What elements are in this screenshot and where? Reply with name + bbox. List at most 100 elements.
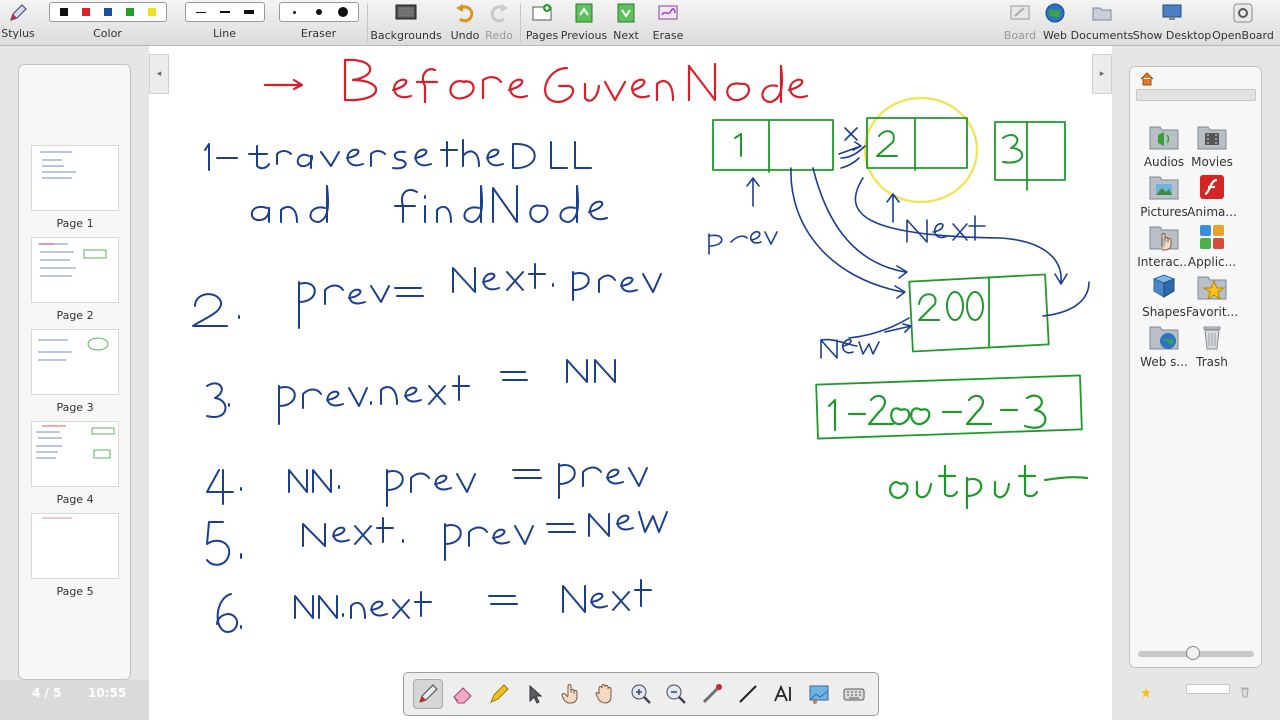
library-panel-collapse-button[interactable]: ▸	[1092, 54, 1112, 94]
color-red-swatch[interactable]	[76, 5, 96, 19]
eraser-medium-button[interactable]	[308, 5, 330, 19]
keyboard-tool[interactable]	[839, 679, 869, 709]
library-item-animations[interactable]: Anima...	[1186, 173, 1238, 219]
library-item-label: Applic...	[1187, 255, 1237, 269]
whiteboard-canvas[interactable]: ◂ ▸	[149, 46, 1112, 720]
previous-page-button[interactable]: Previous	[561, 2, 607, 44]
result-box	[815, 374, 1083, 440]
eraser-large-button[interactable]	[332, 5, 354, 19]
page-thumbnail[interactable]: Page 1	[31, 145, 119, 230]
show-desktop-label: Show Desktop	[1132, 29, 1212, 42]
selector-tool[interactable]	[519, 679, 549, 709]
color-black-swatch[interactable]	[54, 5, 74, 19]
line-medium-button[interactable]	[214, 5, 236, 19]
erase-label: Erase	[652, 29, 684, 42]
page-label: Page 2	[56, 309, 94, 322]
undo-button[interactable]: Undo	[450, 2, 480, 44]
library-item-interactive[interactable]: Interac...	[1137, 223, 1191, 269]
redo-button[interactable]: Redo	[485, 2, 513, 44]
library-item-movies[interactable]: Movies	[1186, 123, 1238, 169]
library-item-label: Interac...	[1137, 255, 1191, 269]
color-green-swatch[interactable]	[120, 5, 140, 19]
eraser-group: Eraser	[278, 2, 359, 44]
pages-panel: Page 1 Page 2 Page 3 Page 4 Page 5	[18, 64, 131, 680]
next-page-button[interactable]: Next	[612, 2, 640, 44]
line-thick-button[interactable]	[238, 5, 260, 19]
flash-animation-icon	[1200, 175, 1224, 199]
text-tool[interactable]	[768, 679, 798, 709]
stylus-tool-dock	[403, 672, 879, 716]
erase-board-button[interactable]: Erase	[652, 2, 684, 44]
hand-tool[interactable]	[590, 679, 620, 709]
page-thumbnail[interactable]: Page 2	[31, 237, 119, 322]
page-thumbnail[interactable]: Page 4	[31, 421, 119, 506]
audio-folder-icon	[1149, 126, 1179, 150]
redo-arrow-icon	[487, 2, 511, 24]
pointing-hand-icon	[561, 684, 578, 704]
pages-button[interactable]: Pages	[526, 2, 558, 44]
library-item-shapes[interactable]: Shapes	[1138, 273, 1190, 319]
handwriting-layer	[192, 58, 1090, 633]
node-3-box	[994, 121, 1066, 181]
library-item-pictures[interactable]: Pictures	[1138, 173, 1190, 219]
thumbnail-size-slider-handle[interactable]	[1186, 646, 1200, 660]
documents-button[interactable]: Documents	[1071, 2, 1133, 44]
pen-tool[interactable]	[412, 679, 443, 709]
page-label: Page 5	[56, 585, 94, 598]
laser-pointer-tool[interactable]	[697, 679, 727, 709]
page-thumbnail[interactable]: Page 5	[31, 513, 119, 598]
marker-tool[interactable]	[484, 679, 514, 709]
line-width-palette	[184, 2, 265, 22]
library-item-label: Audios	[1143, 155, 1185, 169]
zoom-in-tool[interactable]	[626, 679, 656, 709]
capture-tool[interactable]	[804, 679, 834, 709]
library-item-label: Movies	[1191, 155, 1233, 169]
delete-icon[interactable]	[1240, 683, 1250, 698]
line-thin-button[interactable]	[190, 5, 212, 19]
web-label: Web	[1043, 29, 1067, 42]
color-blue-swatch[interactable]	[98, 5, 118, 19]
library-item-applications[interactable]: Applic...	[1186, 223, 1238, 269]
home-icon[interactable]	[1140, 71, 1154, 86]
backgrounds-icon	[394, 2, 418, 24]
node-2-box	[866, 117, 968, 169]
zoom-out-icon	[666, 684, 687, 704]
line-group: Line	[184, 2, 265, 44]
stylus-button[interactable]: Stylus	[1, 2, 35, 44]
library-search-input[interactable]	[1186, 684, 1230, 694]
library-item-label: Pictures	[1140, 205, 1188, 219]
board-icon	[1008, 2, 1032, 24]
library-item-web-search[interactable]: Web s...	[1138, 323, 1190, 369]
line-label: Line	[213, 27, 236, 40]
color-group: Color	[45, 2, 170, 44]
page-1-preview	[31, 145, 119, 211]
steps-ink	[192, 139, 668, 633]
library-item-audios[interactable]: Audios	[1138, 123, 1190, 169]
web-globe-icon	[1043, 2, 1067, 24]
thumbnail-size-slider[interactable]	[1138, 646, 1254, 660]
library-item-trash[interactable]: Trash	[1186, 323, 1238, 369]
library-item-favorites[interactable]: Favorit...	[1186, 273, 1238, 319]
line-tool[interactable]	[733, 679, 763, 709]
page-thumbnail[interactable]: Page 3	[31, 329, 119, 414]
openboard-menu-button[interactable]: OpenBoard	[1212, 2, 1274, 44]
text-icon	[774, 684, 791, 702]
library-panel: Audios Movies Pictures Anima... Interac.…	[1129, 66, 1262, 668]
eraser-tool[interactable]	[448, 679, 478, 709]
show-desktop-button[interactable]: Show Desktop	[1133, 2, 1211, 44]
interact-tool[interactable]	[555, 679, 585, 709]
pages-panel-collapse-button[interactable]: ◂	[149, 54, 169, 94]
color-yellow-swatch[interactable]	[142, 5, 162, 19]
library-breadcrumb-scroller[interactable]	[1136, 89, 1256, 101]
clock: 10:55	[88, 686, 127, 700]
backgrounds-button[interactable]: Backgrounds	[370, 2, 442, 44]
stylus-label: Stylus	[1, 27, 35, 40]
favorite-star-icon[interactable]	[1140, 684, 1152, 698]
page-2-preview	[31, 237, 119, 303]
shapes-icon	[1152, 274, 1176, 298]
openboard-label: OpenBoard	[1212, 29, 1274, 42]
eraser-small-button[interactable]	[284, 5, 306, 19]
board-button[interactable]: Board	[1004, 2, 1036, 44]
zoom-out-tool[interactable]	[661, 679, 691, 709]
web-button[interactable]: Web	[1042, 2, 1068, 44]
